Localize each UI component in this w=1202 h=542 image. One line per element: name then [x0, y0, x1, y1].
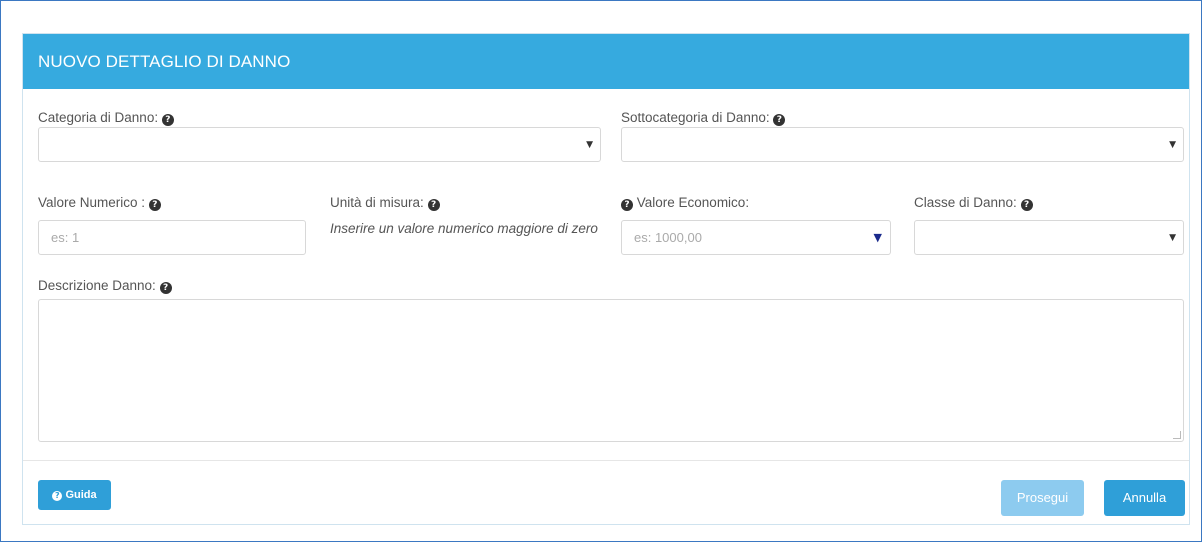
unita-misura-hint: Inserire un valore numerico maggiore di …	[330, 221, 598, 236]
caret-down-icon[interactable]: ▼	[874, 221, 882, 254]
help-icon[interactable]: ?	[427, 199, 440, 211]
caret-down-icon: ▼	[586, 140, 593, 150]
prosegui-button[interactable]: Prosegui	[1001, 480, 1084, 516]
valore-economico-input[interactable]: es: 1000,00 ▼	[621, 220, 891, 255]
help-icon[interactable]: ?	[773, 114, 786, 126]
valore-numerico-input[interactable]: es: 1	[38, 220, 306, 255]
caret-down-icon: ▼	[1169, 233, 1176, 243]
damage-detail-panel: NUOVO DETTAGLIO DI DANNO Categoria di Da…	[22, 33, 1190, 525]
help-icon[interactable]: ?	[1020, 199, 1033, 211]
descrizione-label: Descrizione Danno: ?	[38, 278, 172, 294]
categoria-label: Categoria di Danno: ?	[38, 110, 174, 126]
help-icon: ?	[52, 491, 63, 501]
help-icon[interactable]: ?	[148, 199, 161, 211]
help-icon[interactable]: ?	[161, 114, 174, 126]
valore-numerico-label: Valore Numerico : ?	[38, 195, 161, 211]
panel-header: NUOVO DETTAGLIO DI DANNO	[23, 34, 1189, 89]
footer-divider	[23, 460, 1189, 461]
caret-down-icon: ▼	[1169, 140, 1176, 150]
help-icon[interactable]: ?	[159, 282, 172, 294]
help-icon[interactable]: ?	[621, 199, 633, 211]
classe-label: Classe di Danno: ?	[914, 195, 1033, 211]
valore-economico-label: ? Valore Economico:	[621, 195, 749, 211]
unita-misura-label: Unità di misura: ?	[330, 195, 440, 211]
categoria-select[interactable]: ▼	[38, 127, 601, 162]
annulla-button[interactable]: Annulla	[1104, 480, 1185, 516]
guida-button[interactable]: ? Guida	[38, 480, 111, 510]
panel-title: NUOVO DETTAGLIO DI DANNO	[38, 52, 291, 71]
classe-select[interactable]: ▼	[914, 220, 1184, 255]
descrizione-textarea[interactable]	[38, 299, 1184, 442]
resize-handle-icon[interactable]	[1173, 431, 1181, 439]
sottocategoria-select[interactable]: ▼	[621, 127, 1184, 162]
sottocategoria-label: Sottocategoria di Danno: ?	[621, 110, 786, 126]
